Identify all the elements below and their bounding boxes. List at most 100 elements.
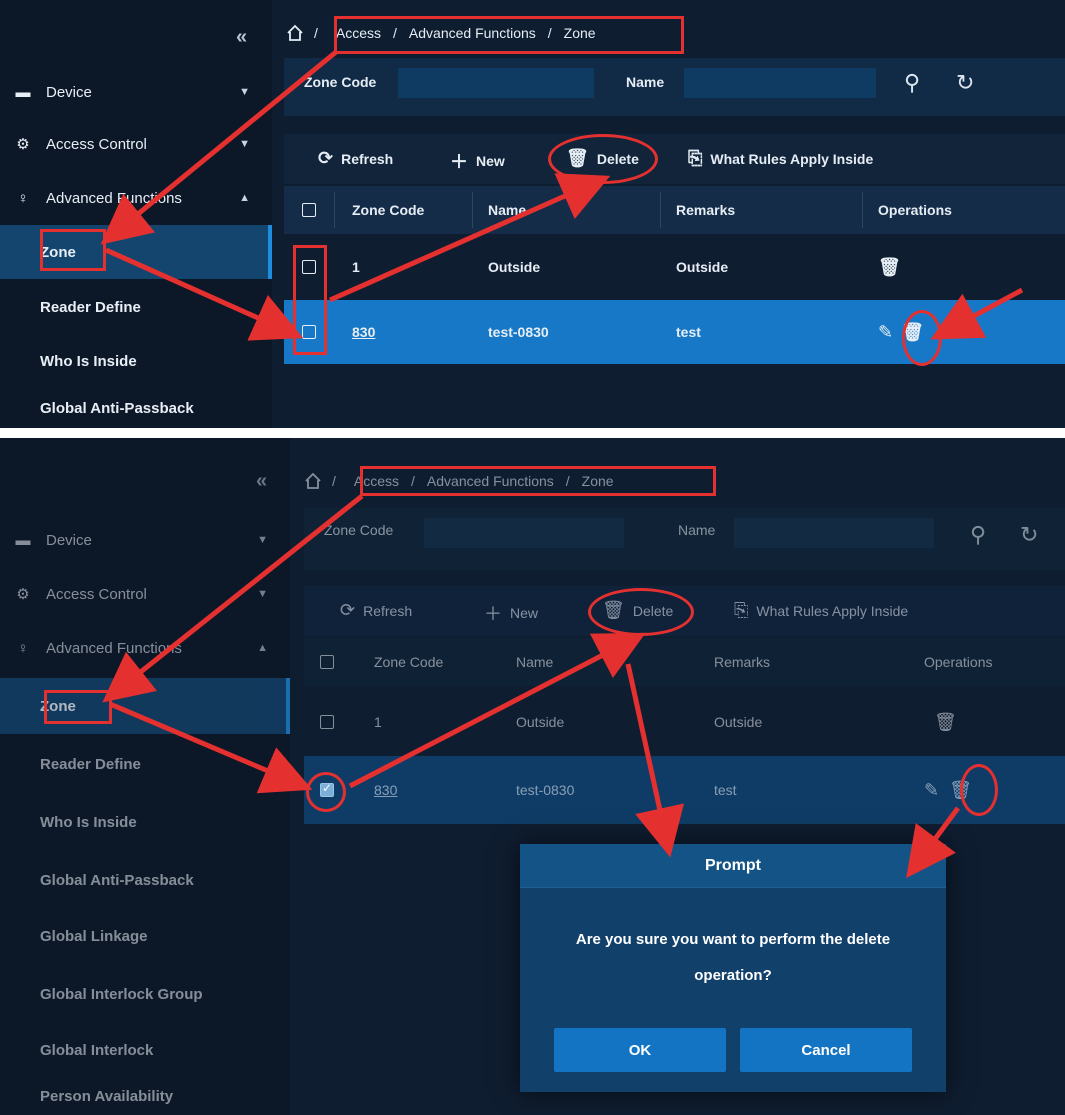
device-icon: ▬ [15, 531, 31, 549]
highlight-delete-button [588, 588, 694, 636]
sidebar-item-global-anti-passback[interactable]: Global Anti-Passback [0, 852, 290, 908]
trash-icon[interactable]: 🗑 [878, 257, 901, 278]
rules-search-icon: ⎘ [688, 148, 703, 168]
sidebar-item-who-is-inside[interactable]: Who Is Inside [0, 334, 272, 388]
column-header-zone-code[interactable]: Zone Code [352, 186, 424, 234]
zone-code-label: Zone Code [324, 522, 394, 538]
dialog-title: Prompt [520, 844, 946, 888]
highlight-breadcrumb [334, 16, 684, 54]
cell-zone-code: 1 [374, 714, 382, 730]
collapse-sidebar-button[interactable]: « [256, 470, 267, 493]
sidebar-item-label: Advanced Functions [46, 639, 182, 657]
edit-icon[interactable]: ✎ [924, 780, 939, 801]
sidebar-item-label: Global Linkage [40, 927, 148, 945]
cell-zone-code-link[interactable]: 830 [374, 782, 397, 798]
chevron-up-icon: ▲ [257, 642, 268, 654]
sidebar-item-advanced-functions[interactable]: ♀ Advanced Functions ▲ [0, 182, 272, 214]
cell-zone-code-link[interactable]: 830 [352, 324, 375, 340]
sidebar-item-global-interlock-group[interactable]: Global Interlock Group [0, 966, 290, 1022]
sidebar-item-label: Advanced Functions [46, 189, 182, 207]
sidebar-item-label: Global Anti-Passback [40, 871, 194, 889]
sidebar-item-label: Reader Define [40, 298, 141, 316]
sidebar-item-access-control[interactable]: ⚙ Access Control ▼ [0, 128, 272, 160]
new-label: New [510, 605, 539, 621]
search-icon[interactable]: ⚲ [970, 522, 986, 548]
rules-search-icon: ⎘ [734, 600, 749, 620]
sidebar-item-label: Global Anti-Passback [40, 399, 194, 417]
advanced-functions-icon: ♀ [17, 189, 29, 207]
sidebar-item-label: Device [46, 531, 92, 549]
collapse-sidebar-button[interactable]: « [236, 26, 247, 49]
name-label: Name [678, 522, 716, 538]
delete-confirm-dialog: Prompt Are you sure you want to perform … [520, 844, 946, 1092]
sidebar-item-global-interlock[interactable]: Global Interlock [0, 1022, 290, 1078]
rules-label: What Rules Apply Inside [756, 602, 909, 619]
advanced-functions-icon: ♀ [17, 639, 29, 657]
sidebar-item-label: Global Interlock Group [40, 985, 203, 1003]
gear-icon: ⚙ [16, 136, 30, 153]
screenshot-top-panel: « ▬ Device ▼ ⚙ Access Control ▼ ♀ Advanc… [0, 0, 1065, 428]
sidebar: « ▬ Device ▼ ⚙ Access Control ▼ ♀ Advanc… [0, 0, 272, 428]
sidebar-item-access-control[interactable]: ⚙ Access Control ▼ [0, 578, 290, 610]
ok-button[interactable]: OK [554, 1028, 726, 1072]
sidebar-item-label: Device [46, 83, 92, 101]
home-icon[interactable] [286, 24, 304, 42]
select-all-checkbox[interactable] [320, 655, 334, 669]
sidebar-item-label: Reader Define [40, 755, 141, 773]
cancel-button[interactable]: Cancel [740, 1028, 912, 1072]
sidebar-item-global-linkage[interactable]: Global Linkage [0, 908, 290, 964]
trash-icon[interactable]: 🗑 [934, 712, 957, 733]
sidebar-item-reader-define[interactable]: Reader Define [0, 280, 272, 334]
zone-code-input[interactable] [424, 518, 624, 548]
chevron-down-icon: ▼ [257, 588, 268, 600]
zone-code-label: Zone Code [304, 74, 377, 90]
home-icon[interactable] [304, 472, 322, 490]
table-row[interactable]: 830 test-0830 test ✎ 🗑 [284, 300, 1065, 364]
rules-button[interactable]: ⎘ What Rules Apply Inside [734, 600, 908, 621]
refresh-button[interactable]: ⟳ Refresh [340, 600, 412, 621]
row-checkbox[interactable] [320, 715, 334, 729]
sidebar-item-who-is-inside[interactable]: Who Is Inside [0, 794, 290, 850]
table-row[interactable]: 1 Outside Outside 🗑 [304, 690, 1065, 754]
cell-name: Outside [516, 714, 565, 730]
column-header-zone-code[interactable]: Zone Code [374, 638, 443, 686]
column-header-remarks[interactable]: Remarks [714, 638, 770, 686]
name-input[interactable] [734, 518, 934, 548]
reset-icon[interactable]: ↻ [956, 70, 974, 96]
zone-code-input[interactable] [398, 68, 594, 98]
sidebar-item-person-availability[interactable]: Person Availability [0, 1078, 290, 1115]
search-icon[interactable]: ⚲ [904, 70, 920, 96]
table-row[interactable]: 830 test-0830 test ✎ 🗑 [304, 756, 1065, 824]
cell-name: test-0830 [516, 782, 575, 798]
select-all-checkbox[interactable] [302, 203, 316, 217]
sidebar-item-advanced-functions[interactable]: ♀ Advanced Functions ▲ [0, 632, 290, 664]
cell-zone-code: 1 [352, 259, 360, 275]
dialog-message: Are you sure you want to perform the del… [575, 931, 891, 984]
sidebar-item-global-anti-passback[interactable]: Global Anti-Passback [0, 388, 272, 428]
name-input[interactable] [684, 68, 876, 98]
reset-icon[interactable]: ↻ [1020, 522, 1038, 548]
edit-icon[interactable]: ✎ [878, 322, 893, 343]
highlight-zone [40, 229, 106, 271]
device-icon: ▬ [15, 83, 31, 101]
column-header-remarks[interactable]: Remarks [676, 186, 735, 234]
sidebar: « ▬ Device ▼ ⚙ Access Control ▼ ♀ Advanc… [0, 438, 290, 1115]
table-header: Zone Code Name Remarks Operations [284, 186, 1065, 234]
new-button[interactable]: ＋ New [450, 148, 505, 174]
cell-name: Outside [488, 259, 541, 275]
column-header-name[interactable]: Name [488, 186, 526, 234]
new-button[interactable]: ＋ New [484, 600, 538, 626]
main-content: / Access / Advanced Functions / Zone Zon… [272, 0, 1065, 428]
sidebar-item-device[interactable]: ▬ Device ▼ [0, 524, 290, 556]
highlight-delete-button [548, 134, 658, 184]
column-header-name[interactable]: Name [516, 638, 553, 686]
refresh-button[interactable]: ⟳ Refresh [318, 148, 393, 169]
sidebar-item-label: Who Is Inside [40, 813, 137, 831]
rules-button[interactable]: ⎘ What Rules Apply Inside [688, 148, 873, 169]
sidebar-item-reader-define[interactable]: Reader Define [0, 736, 290, 792]
new-label: New [476, 153, 505, 169]
sidebar-item-label: Access Control [46, 585, 147, 603]
highlight-row-delete [902, 310, 942, 366]
sidebar-item-device[interactable]: ▬ Device ▼ [0, 76, 272, 108]
table-row[interactable]: 1 Outside Outside 🗑 [284, 236, 1065, 298]
